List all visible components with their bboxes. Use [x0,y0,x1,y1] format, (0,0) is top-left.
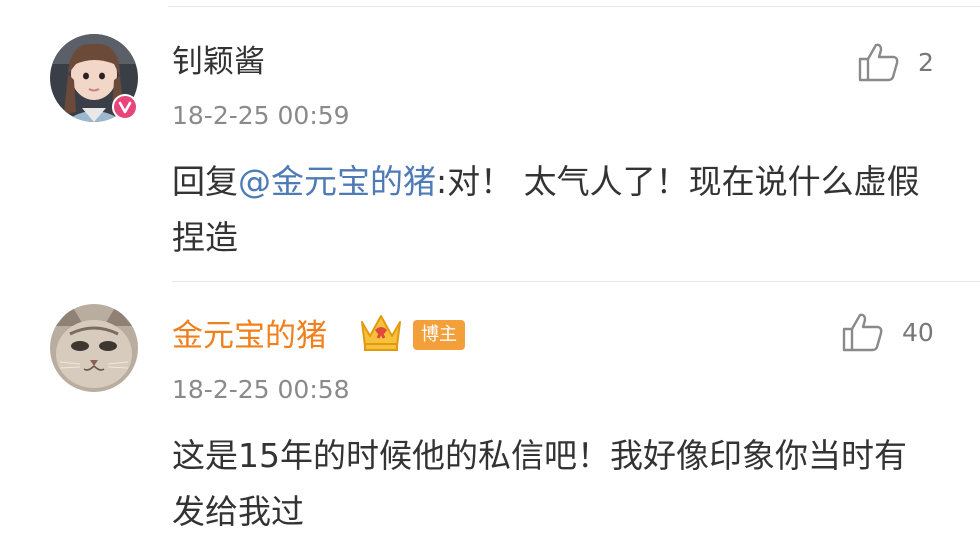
comment-text: 回复@金元宝的猪:对！ 太气人了！现在说什么虚假捏造 [172,154,932,266]
mention-link[interactable]: @金元宝的猪 [238,162,436,201]
thumbs-up-icon [858,43,899,82]
like-count: 2 [918,47,934,77]
timestamp: 18-2-25 00:58 [172,375,350,404]
like-button[interactable]: 2 [858,42,934,82]
comment-item: 金元宝的猪 博主 40 18-2-25 00:58 这是15年的时候他的私信吧！… [0,282,980,560]
crown-icon [361,315,401,351]
like-count: 40 [902,317,934,347]
username[interactable]: 钊颖酱 [172,42,265,82]
verified-badge-icon [112,94,138,120]
comment-text: 这是15年的时候他的私信吧！我好像印象你当时有发给我过 [172,436,907,531]
thumbs-up-icon [842,313,883,352]
reply-prefix: 回复 [172,162,238,201]
blogger-badge: 博主 [413,320,465,350]
timestamp: 18-2-25 00:59 [172,101,350,130]
avatar[interactable] [50,304,138,392]
comment-item: 钊颖酱 2 18-2-25 00:59 回复@金元宝的猪:对！ 太气人了！现在说… [0,0,980,270]
like-button[interactable]: 40 [842,312,934,352]
username[interactable]: 金元宝的猪 [172,316,327,356]
